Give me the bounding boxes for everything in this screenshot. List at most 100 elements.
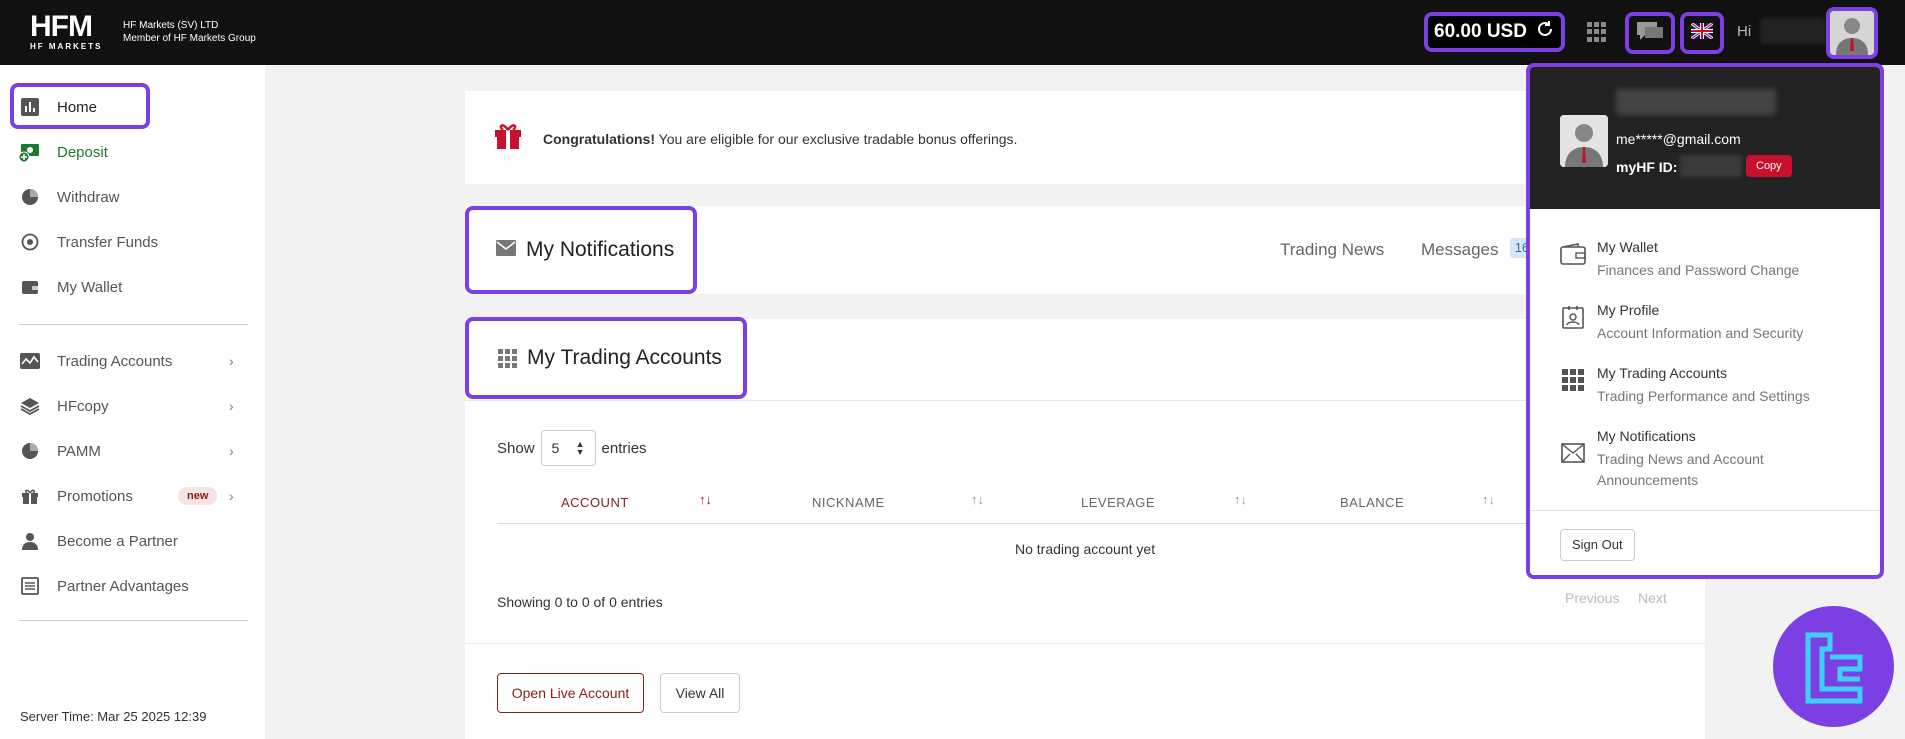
trading-accounts-heading: My Trading Accounts <box>465 317 747 399</box>
sign-out-button[interactable]: Sign Out <box>1560 529 1635 561</box>
table-info: Showing 0 to 0 of 0 entries <box>497 594 663 610</box>
language-button[interactable] <box>1680 12 1724 54</box>
column-balance[interactable]: BALANCE <box>1340 495 1404 510</box>
gift-icon <box>493 121 523 156</box>
pagination-next[interactable]: Next <box>1638 590 1667 606</box>
user-email: me*****@gmail.com <box>1616 131 1741 147</box>
sort-asc-icon[interactable]: ↑↓ <box>699 492 712 507</box>
sidebar-item-label: Withdraw <box>57 188 120 206</box>
chat-button[interactable] <box>1625 12 1675 54</box>
menu-item-title: My Notifications <box>1597 428 1696 444</box>
sidebar-item-trading-accounts[interactable]: Trading Accounts › <box>19 341 234 381</box>
menu-item-subtitle: Trading Performance and Settings <box>1597 388 1810 404</box>
chevron-right-icon: › <box>229 488 234 504</box>
menu-item-my-notifications[interactable]: My Notifications Trading News and Accoun… <box>1560 428 1860 494</box>
avatar-icon <box>1830 11 1874 55</box>
menu-item-my-profile[interactable]: My Profile Account Information and Secur… <box>1560 302 1860 346</box>
blurred-myhf-id <box>1680 155 1742 177</box>
user-menu-header: me*****@gmail.com myHF ID: Copy <box>1530 67 1880 209</box>
transfer-icon <box>19 231 41 253</box>
sidebar-item-transfer-funds[interactable]: Transfer Funds <box>19 222 158 262</box>
column-leverage[interactable]: LEVERAGE <box>1081 495 1155 510</box>
sidebar-item-promotions[interactable]: Promotions › <box>19 476 234 516</box>
sidebar-item-partner-advantages[interactable]: Partner Advantages <box>19 566 189 606</box>
column-account[interactable]: ACCOUNT <box>561 495 629 510</box>
sidebar-item-hfcopy[interactable]: HFcopy › <box>19 386 234 426</box>
panel-footer-divider <box>465 643 1705 644</box>
sidebar-item-withdraw[interactable]: Withdraw <box>19 177 120 217</box>
sort-icon[interactable]: ↑↓ <box>971 492 984 507</box>
balance-value: 60.00 USD <box>1434 21 1527 42</box>
tab-trading-news[interactable]: Trading News <box>1280 240 1384 260</box>
user-avatar <box>1560 115 1608 167</box>
sidebar-item-home[interactable]: Home <box>19 87 97 127</box>
column-nickname[interactable]: NICKNAME <box>812 495 885 510</box>
deposit-icon <box>19 141 41 163</box>
tc-logo-icon <box>1805 632 1862 703</box>
list-icon <box>19 575 41 597</box>
refresh-icon[interactable] <box>1535 19 1555 45</box>
empty-table-message: No trading account yet <box>1015 541 1156 557</box>
menu-item-title: My Wallet <box>1597 239 1658 255</box>
user-avatar-button[interactable] <box>1826 7 1878 59</box>
chart-bar-icon <box>19 96 41 118</box>
top-bar: HFM HF MARKETS HF Markets (SV) LTD Membe… <box>0 0 1905 65</box>
menu-item-title: My Trading Accounts <box>1597 365 1727 381</box>
sidebar-item-deposit[interactable]: Deposit <box>19 132 108 172</box>
menu-item-my-trading-accounts[interactable]: My Trading Accounts Trading Performance … <box>1560 365 1860 409</box>
sort-icon[interactable]: ↑↓ <box>1234 492 1247 507</box>
chevron-right-icon: › <box>229 353 234 369</box>
sort-icon[interactable]: ↑↓ <box>1482 492 1495 507</box>
blurred-fullname <box>1616 89 1776 115</box>
entries-select[interactable]: 5 ▲ ▼ <box>540 430 596 466</box>
bonus-text-bold: Congratulations! <box>543 131 655 147</box>
envelope-icon <box>496 239 516 261</box>
apps-grid-icon[interactable] <box>1587 22 1607 42</box>
panel-divider <box>465 400 1705 401</box>
bonus-banner: Congratulations! You are eligible for ou… <box>465 91 1705 184</box>
sidebar-item-label: Trading Accounts <box>57 352 173 370</box>
view-all-button[interactable]: View All <box>660 673 740 713</box>
sidebar-item-become-partner[interactable]: Become a Partner <box>19 521 178 561</box>
hfm-logo[interactable]: HFM HF MARKETS <box>30 12 112 54</box>
myhf-id-label: myHF ID: <box>1616 159 1678 175</box>
sidebar-item-label: Become a Partner <box>57 532 178 550</box>
notifications-heading: My Notifications <box>465 206 697 294</box>
sidebar-item-label: Transfer Funds <box>57 233 159 251</box>
entries-value: 5 <box>551 440 560 456</box>
menu-divider <box>1530 510 1880 511</box>
sidebar: Home Deposit Withdraw Transfer Funds My … <box>0 65 265 739</box>
wallet-icon <box>1560 241 1586 267</box>
logo-text: HFM <box>30 10 93 43</box>
sidebar-item-label: My Wallet <box>57 278 123 296</box>
withdraw-icon <box>19 186 41 208</box>
uk-flag-icon <box>1690 21 1714 44</box>
greeting-text: Hi <box>1737 23 1752 40</box>
menu-item-my-wallet[interactable]: My Wallet Finances and Password Change <box>1560 239 1860 283</box>
logo-subtext: HF MARKETS <box>30 42 103 51</box>
layers-icon <box>19 395 41 417</box>
sidebar-item-label: Promotions <box>57 487 133 505</box>
tab-messages[interactable]: Messages <box>1421 240 1498 260</box>
menu-item-subtitle: Finances and Password Change <box>1597 262 1800 278</box>
copy-id-button[interactable]: Copy <box>1746 155 1792 177</box>
bonus-text: Congratulations! You are eligible for ou… <box>543 131 1017 147</box>
company-name: HF Markets (SV) LTD <box>123 20 219 31</box>
wallet-balance[interactable]: 60.00 USD <box>1424 12 1565 52</box>
company-info: HF Markets (SV) LTD Member of HF Markets… <box>123 19 256 45</box>
grid-icon <box>498 348 517 368</box>
new-badge: new <box>178 487 218 505</box>
menu-item-title: My Profile <box>1597 302 1660 318</box>
pagination-previous[interactable]: Previous <box>1565 590 1619 606</box>
menu-item-subtitle: Account Information and Security <box>1597 325 1804 341</box>
bonus-text-body: You are eligible for our exclusive trada… <box>655 131 1018 147</box>
grid-icon <box>1560 367 1586 393</box>
show-label: Show <box>497 439 535 457</box>
sidebar-item-pamm[interactable]: PAMM › <box>19 431 234 471</box>
sidebar-item-label: Home <box>57 98 98 116</box>
person-icon <box>19 530 41 552</box>
open-live-account-button[interactable]: Open Live Account <box>497 673 644 713</box>
gift-icon <box>19 485 41 507</box>
sidebar-item-my-wallet[interactable]: My Wallet <box>19 267 122 307</box>
notifications-title: My Notifications <box>526 238 675 261</box>
